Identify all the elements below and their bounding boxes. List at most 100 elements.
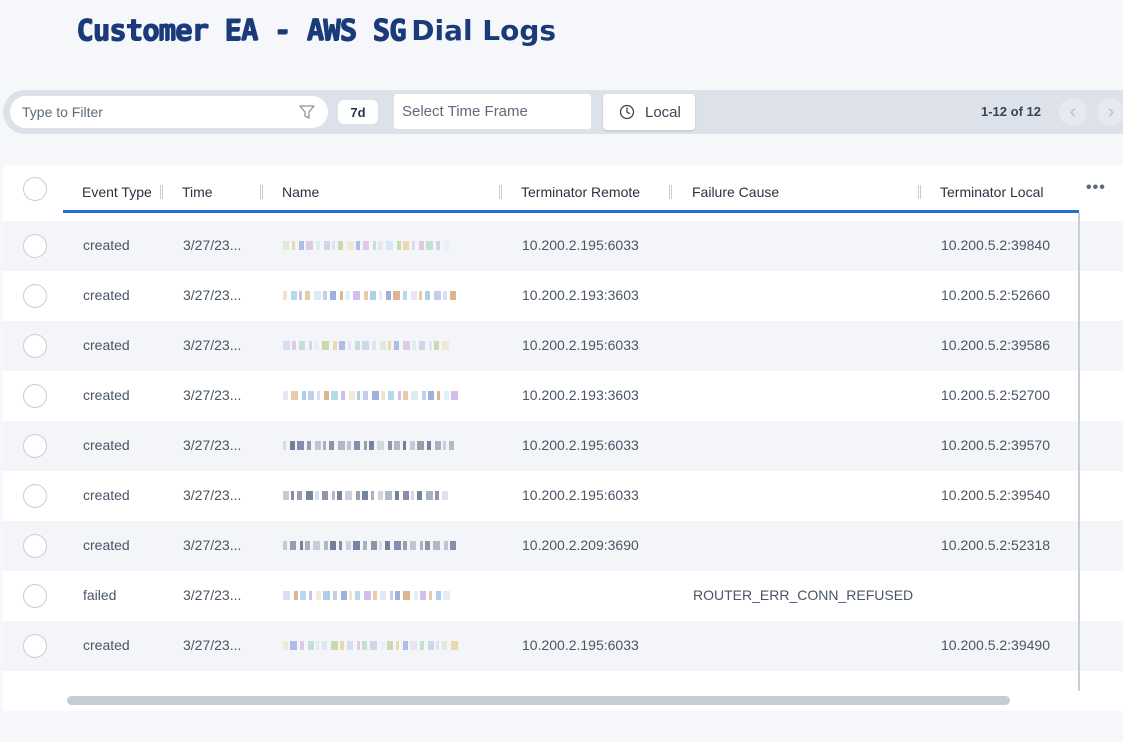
- redaction-block: [435, 491, 439, 500]
- redaction-block: [377, 441, 384, 450]
- redaction-block: [354, 441, 360, 450]
- row-checkbox[interactable]: [23, 534, 47, 558]
- funnel-icon[interactable]: [298, 103, 316, 121]
- redaction-block: [324, 541, 328, 550]
- cell-time: 3/27/23...: [183, 387, 242, 403]
- redaction-block: [427, 441, 431, 450]
- row-checkbox[interactable]: [23, 584, 47, 608]
- redaction-block: [347, 441, 351, 450]
- redaction-block: [380, 591, 386, 600]
- redaction-block: [379, 541, 382, 550]
- redaction-block: [443, 591, 450, 600]
- redaction-block: [300, 641, 304, 650]
- cell-name-redacted: [283, 341, 455, 351]
- redaction-block: [414, 591, 418, 600]
- cell-terminator-remote: 10.200.2.195:6033: [522, 487, 639, 503]
- redaction-block: [353, 541, 360, 550]
- redaction-block: [297, 441, 304, 450]
- row-checkbox[interactable]: [23, 284, 47, 308]
- redaction-block: [403, 341, 410, 350]
- redaction-block: [306, 491, 313, 500]
- cell-time: 3/27/23...: [183, 637, 242, 653]
- table-header: Event Type Time Name Terminator Remote F…: [3, 165, 1123, 211]
- cell-time: 3/27/23...: [183, 587, 242, 603]
- table-row[interactable]: created 3/27/23... 10.200.2.193:3603 10.200…: [3, 271, 1123, 321]
- redaction-block: [403, 491, 409, 500]
- redaction-block: [306, 241, 313, 250]
- column-resize-handle[interactable]: [669, 185, 672, 199]
- row-checkbox[interactable]: [23, 484, 47, 508]
- column-header-terminator-local[interactable]: Terminator Local: [940, 184, 1044, 200]
- table-row[interactable]: created 3/27/23... 10.200.2.195:6033 10.200…: [3, 621, 1123, 671]
- table-row[interactable]: created 3/27/23... 10.200.2.193:3603 10.200…: [3, 371, 1123, 421]
- column-header-name[interactable]: Name: [282, 184, 319, 200]
- column-resize-handle[interactable]: [918, 185, 921, 199]
- redaction-block: [429, 591, 432, 600]
- redaction-block: [436, 591, 441, 600]
- redaction-block: [371, 491, 374, 500]
- horizontal-scrollbar[interactable]: [67, 696, 1010, 705]
- column-header-failure-cause[interactable]: Failure Cause: [692, 184, 779, 200]
- row-checkbox[interactable]: [23, 634, 47, 658]
- cell-time: 3/27/23...: [183, 537, 242, 553]
- chevron-right-icon: ›: [1107, 100, 1115, 123]
- cell-terminator-local: 10.200.5.2:39586: [941, 337, 1050, 353]
- column-resize-handle[interactable]: [160, 185, 163, 199]
- redaction-block: [356, 491, 360, 500]
- redaction-block: [403, 391, 408, 400]
- column-resize-handle[interactable]: [260, 185, 263, 199]
- table-row[interactable]: created 3/27/23... 10.200.2.195:6033 10.200…: [3, 321, 1123, 371]
- redaction-block: [420, 641, 424, 650]
- table-row[interactable]: created 3/27/23... 10.200.2.195:6033 10.200…: [3, 421, 1123, 471]
- cell-time: 3/27/23...: [183, 287, 242, 303]
- redaction-block: [411, 491, 414, 500]
- redaction-block: [435, 441, 441, 450]
- vertical-scrollbar[interactable]: [1078, 213, 1080, 691]
- cell-name-redacted: [283, 491, 455, 501]
- range-chip-7d[interactable]: 7d: [338, 100, 378, 124]
- redaction-block: [395, 591, 400, 600]
- timezone-button[interactable]: Local: [603, 94, 695, 130]
- redaction-block: [313, 541, 320, 550]
- redaction-block: [412, 341, 416, 350]
- prev-page-button[interactable]: ‹: [1059, 98, 1087, 126]
- more-options-icon[interactable]: •••: [1086, 179, 1106, 197]
- redaction-block: [309, 341, 312, 350]
- cell-name-redacted: [283, 541, 456, 551]
- table-row[interactable]: failed 3/27/23... ROUTER_ERR_CONN_REFUSED: [3, 571, 1123, 621]
- redaction-block: [395, 491, 399, 500]
- redaction-block: [373, 241, 376, 250]
- row-checkbox[interactable]: [23, 234, 47, 258]
- redaction-block: [363, 391, 368, 400]
- cell-event-type: failed: [83, 587, 117, 603]
- redaction-block: [443, 441, 446, 450]
- column-header-terminator-remote[interactable]: Terminator Remote: [521, 184, 640, 200]
- redaction-block: [322, 491, 328, 500]
- redaction-block: [347, 241, 354, 250]
- cell-terminator-remote: 10.200.2.195:6033: [522, 237, 639, 253]
- redaction-block: [291, 291, 297, 300]
- row-checkbox[interactable]: [23, 334, 47, 358]
- select-all-checkbox[interactable]: [23, 177, 47, 201]
- redaction-block: [314, 291, 321, 300]
- next-page-button[interactable]: ›: [1097, 98, 1123, 126]
- redaction-block: [380, 341, 386, 350]
- row-checkbox[interactable]: [23, 384, 47, 408]
- timeframe-input[interactable]: Select Time Frame: [394, 94, 591, 129]
- column-header-time[interactable]: Time: [182, 184, 213, 200]
- redaction-block: [364, 291, 368, 300]
- cell-name-redacted: [283, 641, 458, 651]
- table-row[interactable]: created 3/27/23... 10.200.2.195:6033 10.200…: [3, 471, 1123, 521]
- redaction-block: [426, 491, 433, 500]
- redaction-block: [411, 391, 418, 400]
- clock-icon: [619, 104, 635, 120]
- table-row[interactable]: created 3/27/23... 10.200.2.195:6033 10.200…: [3, 221, 1123, 271]
- column-resize-handle[interactable]: [499, 185, 502, 199]
- filter-input[interactable]: Type to Filter: [10, 96, 328, 128]
- column-header-event-type[interactable]: Event Type: [82, 184, 152, 200]
- row-checkbox[interactable]: [23, 434, 47, 458]
- table-row[interactable]: created 3/27/23... 10.200.2.209:3690 10.200…: [3, 521, 1123, 571]
- redaction-block: [412, 241, 415, 250]
- redaction-block: [425, 541, 430, 550]
- redaction-block: [451, 641, 458, 650]
